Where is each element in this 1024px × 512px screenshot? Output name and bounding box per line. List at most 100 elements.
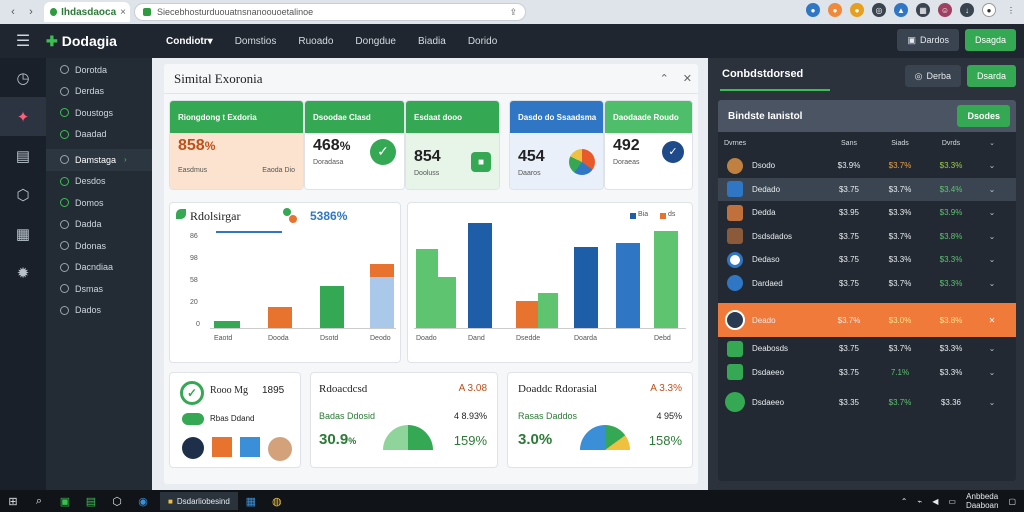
table-row[interactable]: Dedado $3.75 $3.7% $3.4% ⌄ — [718, 177, 1016, 201]
chevron-up-icon[interactable]: ⌃ — [901, 497, 908, 506]
sidebar-item[interactable]: Dsmas — [46, 278, 152, 300]
sidebar-item[interactable]: Desdos — [46, 171, 152, 193]
chevron-down-icon[interactable]: ⌄ — [982, 255, 1002, 264]
store-icon[interactable]: ▤ — [78, 490, 104, 512]
col-header[interactable]: Siads — [880, 140, 920, 147]
menu-icon[interactable]: ⋮ — [1004, 3, 1018, 17]
document-icon[interactable]: ▤ — [0, 136, 46, 175]
clock-icon[interactable]: ◷ — [0, 58, 46, 97]
sidebar-item[interactable]: Daadad — [46, 124, 152, 146]
network-icon[interactable]: ⌁ — [917, 497, 922, 506]
sidebar-item[interactable]: Ddonas — [46, 235, 152, 257]
nav-item[interactable]: Domstios — [235, 36, 277, 47]
table-row[interactable]: Dedda $3.95 $3.3% $3.9% ⌄ — [718, 201, 1016, 225]
extension-icon[interactable]: ● — [828, 3, 842, 17]
secondary-button[interactable]: ▣ Dardos — [897, 29, 959, 51]
analytics-icon[interactable]: ✦ — [0, 97, 46, 136]
table-row-highlighted[interactable]: Deado $3.7% $3.0% $3.8% ✕ — [718, 303, 1016, 337]
table-row[interactable]: Dsdaeeo $3.75 7.1% $3.3% ⌄ — [718, 361, 1016, 385]
nav-item[interactable]: Dorido — [468, 36, 497, 47]
back-button[interactable]: ‹ — [4, 3, 22, 21]
col-header[interactable]: Dvrds — [920, 140, 982, 147]
sidebar-item-label: Dadda — [75, 219, 102, 230]
chevron-down-icon[interactable]: ⌄ — [982, 368, 1002, 377]
col-header[interactable]: Sans — [818, 140, 880, 147]
extension-icon[interactable]: ◎ — [872, 3, 886, 17]
sidebar-item[interactable]: Dacndiaa — [46, 257, 152, 279]
table-row[interactable]: Dsodo $3.9% $3.7% $3.3% ⌄ — [718, 154, 1016, 178]
shield-icon[interactable]: ⬡ — [0, 175, 46, 214]
chrome-icon[interactable]: ◍ — [264, 490, 290, 512]
card-big-value: 30.9 — [319, 431, 349, 448]
notification-icon[interactable]: ▢ — [1008, 497, 1016, 506]
address-bar[interactable]: Siecebhosturduouatnsnanoouoetalinoe ⇪ — [134, 3, 526, 21]
chevron-down-icon[interactable]: ⌄ — [982, 208, 1002, 217]
bar — [438, 277, 456, 328]
primary-button[interactable]: Dsagda — [964, 29, 1016, 51]
taskbar-app[interactable]: ■ Dsdarliobesind — [160, 492, 238, 510]
settings-icon[interactable]: ✹ — [0, 253, 46, 292]
sidebar-item[interactable]: Dados — [46, 300, 152, 322]
tab-close-icon[interactable]: × — [120, 7, 126, 18]
start-icon[interactable]: ⊞ — [0, 490, 26, 512]
kpi-card[interactable]: Dsoodae Clasd 468% Doradasa ✓ — [304, 100, 405, 190]
table-row[interactable]: Dsdaeeo $3.35 $3.7% $3.36 ⌄ — [718, 384, 1016, 420]
chevron-down-icon[interactable]: ⌄ — [982, 185, 1002, 194]
share-icon[interactable]: ⇪ — [509, 7, 517, 18]
nav-item[interactable]: Condiotr▾ — [166, 36, 213, 47]
clock[interactable]: Anbbeda Daaboan — [966, 492, 998, 510]
browser-tab[interactable]: Ihdasdaoca × — [44, 2, 130, 22]
chart-app-icon[interactable]: ▦ — [238, 490, 264, 512]
layout-icon[interactable]: ▦ — [0, 214, 46, 253]
table-row[interactable]: Deabosds $3.75 $3.7% $3.3% ⌄ — [718, 337, 1016, 361]
secondary-button[interactable]: ◎ Derba — [904, 65, 961, 87]
browser-icon[interactable]: ◉ — [130, 490, 156, 512]
chevron-down-icon[interactable]: ⌄ — [982, 139, 1002, 147]
brand[interactable]: ✚ Dodagia — [46, 33, 152, 50]
download-icon[interactable]: ↓ — [960, 3, 974, 17]
table-row[interactable]: Dardaed $3.75 $3.7% $3.3% ⌄ — [718, 272, 1016, 296]
kpi-card[interactable]: Daodaade Roudo 492 Doraeas ✓ — [604, 100, 693, 190]
extension-icon[interactable]: ● — [806, 3, 820, 17]
kpi-unit: % — [339, 139, 351, 153]
avatar[interactable]: ☺ — [938, 3, 952, 17]
sidebar-item[interactable]: Domos — [46, 192, 152, 214]
table-action-button[interactable]: Dsodes — [957, 105, 1010, 127]
close-icon[interactable]: ✕ — [683, 72, 692, 85]
toggle-icon[interactable] — [182, 413, 204, 425]
forward-button[interactable]: › — [22, 3, 40, 21]
profile-icon[interactable]: ● — [982, 3, 996, 17]
extension-icon[interactable]: ● — [850, 3, 864, 17]
chevron-down-icon[interactable]: ⌄ — [982, 344, 1002, 353]
collapse-icon[interactable]: ⌃ — [660, 72, 669, 85]
sidebar-item[interactable]: Dorotda — [46, 59, 152, 81]
col-header[interactable]: Dvrnes — [724, 140, 790, 147]
sidebar-item[interactable]: Derdas — [46, 81, 152, 103]
battery-icon[interactable]: ▭ — [948, 497, 956, 506]
folder-icon — [60, 86, 69, 96]
extension-icon[interactable]: ▲ — [894, 3, 908, 17]
sidebar-item[interactable]: Doustogs — [46, 102, 152, 124]
chevron-down-icon[interactable]: ⌄ — [982, 161, 1002, 170]
nav-item[interactable]: Dongdue — [355, 36, 396, 47]
explorer-icon[interactable]: ▣ — [52, 490, 78, 512]
chevron-down-icon[interactable]: ⌄ — [982, 232, 1002, 241]
chevron-down-icon[interactable]: ⌄ — [982, 398, 1002, 407]
kpi-card[interactable]: Esdaat dooo 854 Dooluss ■ — [405, 100, 500, 190]
chevron-down-icon[interactable]: ⌄ — [982, 279, 1002, 288]
shield-icon[interactable]: ⬡ — [104, 490, 130, 512]
nav-item[interactable]: Biadia — [418, 36, 446, 47]
nav-item[interactable]: Ruoado — [298, 36, 333, 47]
search-icon[interactable]: ⌕ — [26, 490, 52, 512]
sidebar-item[interactable]: Dadda — [46, 214, 152, 236]
sidebar-item[interactable]: Damstaga › — [46, 149, 152, 171]
volume-icon[interactable]: ◀ — [932, 497, 938, 506]
extension-icon[interactable]: ▦ — [916, 3, 930, 17]
close-icon[interactable]: ✕ — [982, 316, 1002, 325]
primary-button[interactable]: Dsarda — [966, 65, 1016, 87]
kpi-card[interactable]: Dasdo do Ssaadsma 454 Daaros — [509, 100, 604, 190]
table-row[interactable]: Dedaso $3.75 $3.3% $3.3% ⌄ — [718, 248, 1016, 272]
table-row[interactable]: Dsdsdados $3.75 $3.7% $3.8% ⌄ — [718, 225, 1016, 249]
kpi-card[interactable]: Riongdong t Exdoria 858% Easdmus Eaoda D… — [169, 100, 304, 190]
hamburger-icon[interactable]: ☰ — [0, 31, 46, 51]
